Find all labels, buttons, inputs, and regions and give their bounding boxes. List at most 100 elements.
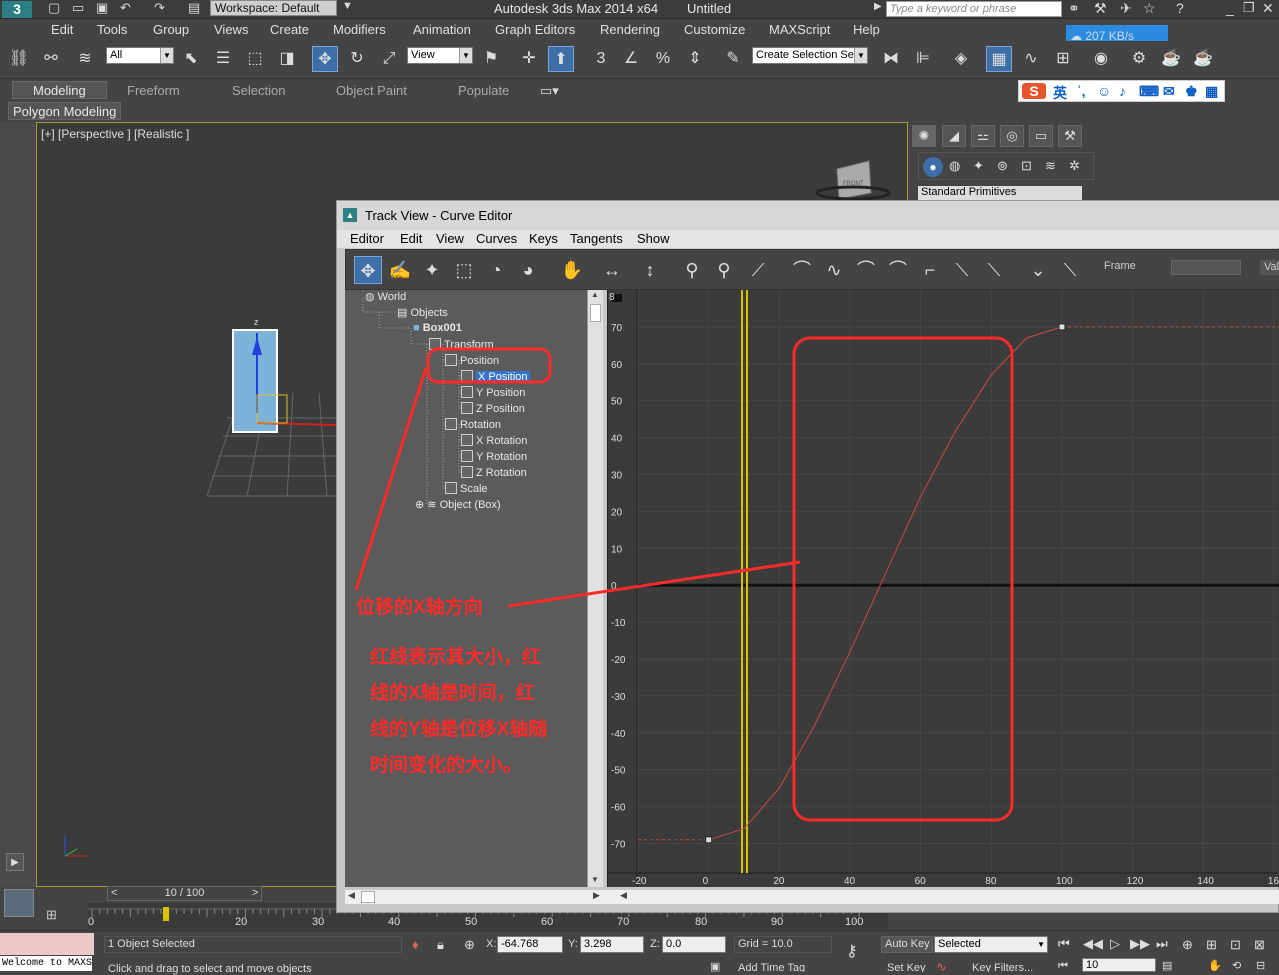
select-manipulate-icon[interactable]: ✛ [516, 46, 542, 72]
menu-animation[interactable]: Animation [413, 22, 471, 37]
tree-node-world[interactable]: ◍ World [365, 290, 406, 303]
angle-snap-icon[interactable]: ∠ [618, 46, 644, 72]
isolate-curve-icon[interactable]: ⟋ [744, 256, 772, 284]
menu-create[interactable]: Create [270, 22, 309, 37]
keyboard-icon[interactable]: ⌨ [1139, 83, 1159, 100]
bind-space-warp-icon[interactable]: ≋ [72, 46, 98, 72]
lights-icon[interactable]: ✦ [973, 158, 984, 174]
mini-curve-toggle[interactable] [4, 889, 34, 917]
menu-views[interactable]: Views [214, 22, 248, 37]
project-folder-icon[interactable]: ▤ [188, 0, 200, 16]
curve-graph[interactable]: 70 60 50 40 30 20 10 0 -10 -20 -30 -40 -50 -60 -70 -20… [607, 290, 1279, 887]
object-category-select[interactable]: Standard Primitives [918, 186, 1082, 200]
restore-icon[interactable]: ❐ [1243, 0, 1255, 16]
constant-out-icon[interactable]: ⌄ [1024, 256, 1052, 284]
save-file-icon[interactable]: ▣ [96, 0, 108, 16]
curve-editor-title-bar[interactable]: ▲ Track View - Curve Editor [337, 201, 1279, 230]
render-setup-icon[interactable]: ⚙ [1126, 46, 1152, 72]
tv-menu-keys[interactable]: Keys [529, 231, 558, 246]
next-frame-icon[interactable]: ▶▶ [1130, 936, 1150, 952]
set-key-icon[interactable]: ∿ [936, 959, 947, 975]
cycle-out-icon[interactable]: ⟍ [1056, 256, 1084, 284]
search-input[interactable]: Type a keyword or phrase [886, 1, 1062, 17]
menu-group[interactable]: Group [153, 22, 189, 37]
graph-horizontal-scrollbar[interactable]: ◀ ▶ ◀ [345, 890, 1279, 904]
ribbon-options-icon[interactable]: ▭▾ [540, 83, 559, 99]
menu-grid-icon[interactable]: ▦ [1205, 83, 1218, 100]
scroll-up-icon[interactable]: ▲ [591, 290, 599, 299]
y-coord-field[interactable]: 3.298 [580, 936, 644, 953]
select-and-move-icon[interactable]: ✥ [312, 46, 338, 72]
frame-input[interactable] [1171, 260, 1241, 275]
key-mode-icon[interactable]: ⚷ [846, 941, 858, 961]
window-crossing-icon[interactable]: ◨ [274, 46, 300, 72]
region-keys-icon[interactable]: ⬚ [450, 256, 478, 284]
spinner-snap-icon[interactable]: ⇕ [682, 46, 708, 72]
add-time-tag-button[interactable]: ▣ Add Time Tag [710, 960, 828, 972]
play-animation-icon[interactable]: ▷ [1110, 936, 1120, 952]
tree-node-rotation[interactable]: Rotation [445, 418, 501, 431]
time-slider[interactable]: < 10 / 100 > [107, 886, 262, 901]
previous-frame-icon[interactable]: ◀◀ [1083, 936, 1103, 952]
pivot-center-icon[interactable]: ⚑ [478, 46, 504, 72]
subscription-icon[interactable]: ⚒ [1094, 0, 1107, 17]
tree-node-z-rotation[interactable]: Z Rotation [461, 466, 527, 479]
create-tab-icon[interactable]: ✺ [912, 125, 936, 147]
utilities-tab-icon[interactable]: ⚒ [1058, 125, 1082, 147]
render-teapot-icon[interactable]: ☕ [1190, 46, 1216, 72]
systems-icon[interactable]: ✲ [1069, 158, 1080, 174]
time-config-icon[interactable]: ▤ [1162, 959, 1172, 972]
x-coord-field[interactable]: -64.768 [497, 936, 563, 953]
slow-tangent-icon[interactable]: ⌒ [884, 256, 912, 284]
zoom-icon[interactable]: ⊕ [1182, 937, 1193, 953]
keyboard-shortcut-override-icon[interactable]: ⬆ [548, 46, 574, 72]
tree-scrollbar[interactable]: ▲ ▼ [587, 290, 603, 887]
retime-all-icon[interactable]: ◕ [514, 256, 542, 284]
move-keys-icon[interactable]: ✥ [354, 256, 382, 284]
motion-tab-icon[interactable]: ◎ [1000, 125, 1024, 147]
ribbon-tab-selection[interactable]: Selection [232, 83, 285, 98]
time-next-icon[interactable]: > [252, 887, 258, 900]
help-icon[interactable]: ? [1176, 0, 1184, 16]
zoom-all-icon[interactable]: ⊞ [1206, 937, 1217, 953]
tree-node-position[interactable]: Position [445, 354, 499, 367]
rectangular-selection-icon[interactable]: ⬚ [242, 46, 268, 72]
select-by-name-icon[interactable]: ☰ [210, 46, 236, 72]
menu-graph-editors[interactable]: Graph Editors [495, 22, 575, 37]
search-arrow-icon[interactable]: ▶ [874, 1, 882, 12]
orbit-icon[interactable]: ⟲ [1232, 959, 1241, 972]
zoom-region-icon[interactable]: ⚲ [710, 256, 738, 284]
scroll-thumb[interactable] [590, 304, 601, 322]
selection-filter-select[interactable]: All ▼ [106, 47, 174, 64]
schematic-view-icon[interactable]: ⊞ [1050, 46, 1076, 72]
reference-coordinate-select[interactable]: View ▼ [407, 47, 473, 64]
pan-view-icon[interactable]: ✋ [1208, 959, 1222, 972]
space-warps-icon[interactable]: ≋ [1045, 158, 1056, 174]
geometry-icon[interactable]: ● [923, 157, 943, 177]
smooth-tangent-icon[interactable]: ⟍ [980, 256, 1008, 284]
auto-tangent-icon[interactable]: ⌒ [788, 256, 816, 284]
edit-named-selection-icon[interactable]: ✎ [720, 46, 746, 72]
tree-node-z-position[interactable]: Z Position [461, 402, 525, 415]
tv-menu-show[interactable]: Show [637, 231, 670, 246]
tree-node-x-position[interactable]: X Position [461, 370, 530, 383]
scroll-right-icon[interactable]: ▶ [593, 890, 600, 901]
material-editor-icon[interactable]: ◉ [1088, 46, 1114, 72]
select-and-rotate-icon[interactable]: ↻ [344, 46, 370, 72]
binoculars-icon[interactable]: ⚭ [1068, 0, 1080, 17]
new-file-icon[interactable]: ▢ [48, 0, 60, 16]
layer-manager-icon[interactable]: ◈ [948, 46, 974, 72]
scene-explorer-icon[interactable]: ▦ [986, 46, 1012, 72]
ribbon-tab-object-paint[interactable]: Object Paint [336, 83, 407, 98]
play-icon[interactable]: ▶ [6, 853, 24, 871]
tree-node-box001[interactable]: ■ Box001 [413, 322, 462, 334]
zoom-icon[interactable]: ⚲ [678, 256, 706, 284]
align-icon[interactable]: ⊫ [910, 46, 936, 72]
percent-snap-icon[interactable]: % [650, 46, 676, 72]
voice-icon[interactable]: ♪ [1119, 83, 1126, 99]
menu-edit[interactable]: Edit [51, 22, 73, 37]
spline-tangent-icon[interactable]: ∿ [820, 256, 848, 284]
workspace-select[interactable]: Workspace: Default [210, 0, 337, 16]
retime-tool-icon[interactable]: ◔ [482, 256, 510, 284]
graph-scroll-left-icon[interactable]: ◀ [620, 890, 627, 901]
